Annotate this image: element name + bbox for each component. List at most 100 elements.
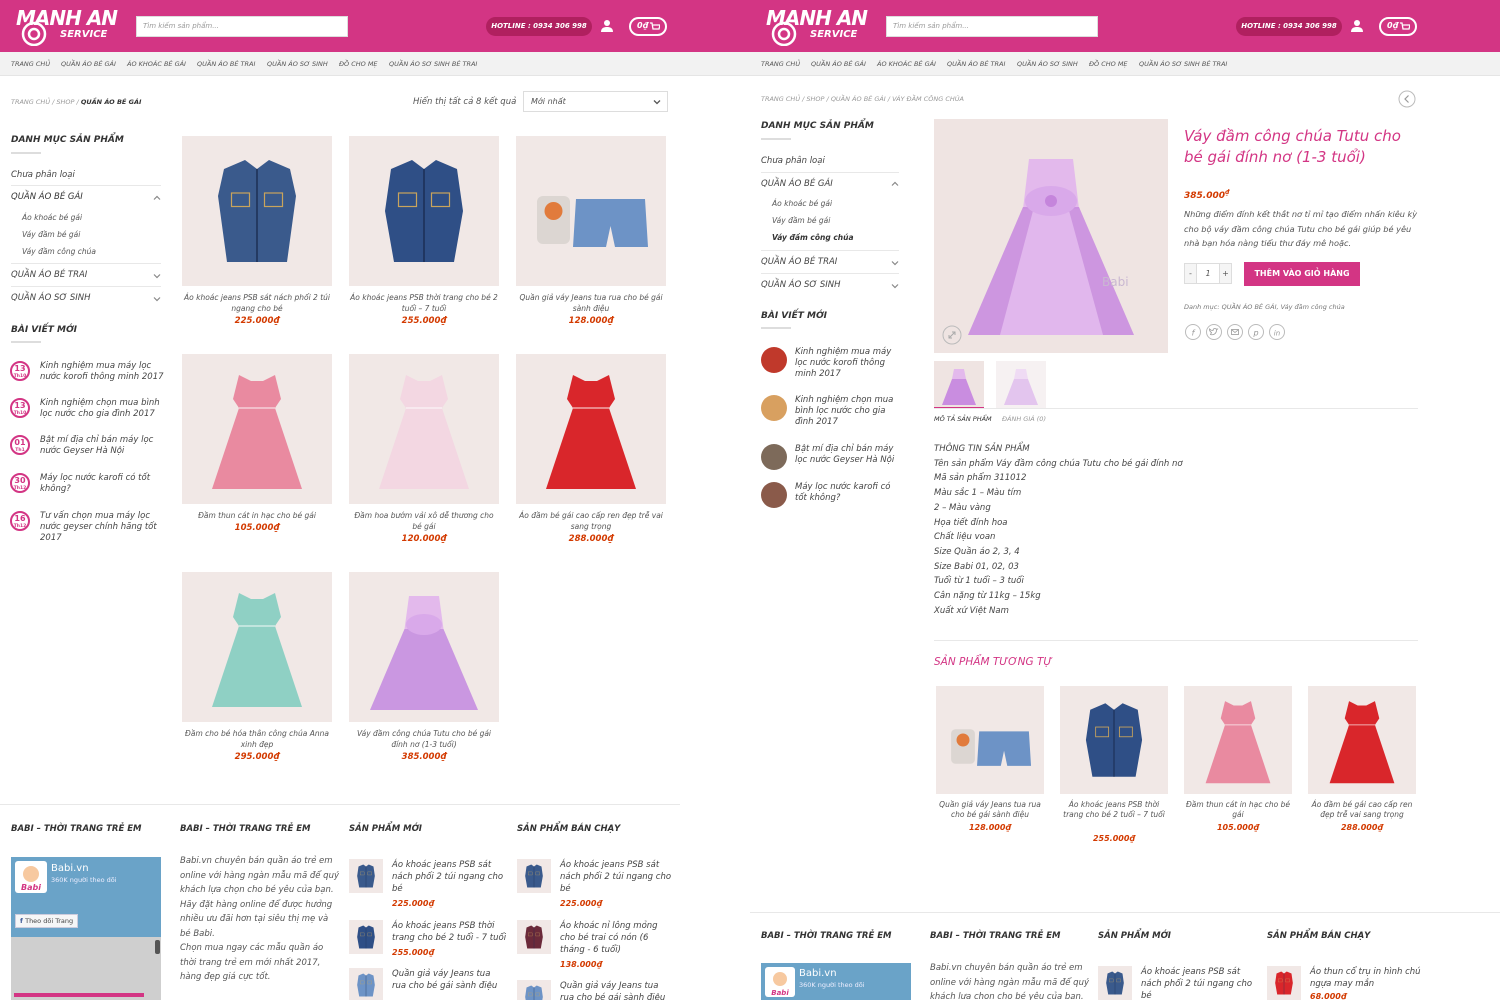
product-image[interactable] [182,354,332,504]
footer-product-image[interactable] [517,920,551,954]
zoom-icon[interactable] [942,325,962,345]
post-thumbnail[interactable] [761,482,787,508]
email-icon[interactable] [1227,324,1243,340]
tab-reviews[interactable]: ĐÁNH GIÁ (0) [1002,415,1046,423]
cart-button[interactable]: 0₫ [1379,17,1417,36]
product-name[interactable]: Đầm hoa bướm vải xô dễ thương cho bé gái [349,510,499,532]
facebook-page-widget[interactable]: Babi Babi.vn 360K người theo dõi f Theo … [11,857,161,937]
breadcrumb-shop[interactable]: SHOP [806,95,824,103]
prev-product-icon[interactable] [1398,90,1416,108]
facebook-icon[interactable]: f [1185,324,1201,340]
related-product-image[interactable] [936,686,1044,794]
post-thumbnail[interactable] [761,395,787,421]
post-title[interactable]: Bật mí địa chỉ bán máy lọc nước Geyser H… [795,444,900,466]
twitter-icon[interactable] [1206,324,1222,340]
nav-item-boys[interactable]: QUẦN ÁO BÉ TRAI [197,60,255,68]
footer-product-image[interactable] [349,920,383,954]
post-title[interactable]: Kinh nghiệm mua máy lọc nước korofi thôn… [40,361,165,383]
product-name[interactable]: Áo đầm bé gái cao cấp ren đẹp trễ vai sa… [516,510,666,532]
footer-product-image[interactable] [349,968,383,1000]
linkedin-icon[interactable]: in [1269,324,1285,340]
breadcrumb-home[interactable]: TRANG CHỦ [761,95,800,103]
category-newborn[interactable]: QUẦN ÁO SƠ SINH [761,280,841,290]
footer-product-name[interactable]: Áo khoác jeans PSB sát nách phối 2 túi n… [392,859,507,895]
subcategory-girls-jackets[interactable]: Áo khoác bé gái [22,213,82,222]
facebook-page-widget[interactable]: Babi Babi.vn 360K người theo dõi [761,963,911,1000]
facebook-follow-button[interactable]: f Theo dõi Trang [15,914,79,928]
thumbnail-1[interactable] [934,361,984,409]
breadcrumb-category[interactable]: QUẦN ÁO BÉ GÁI [831,95,886,103]
footer-product-name[interactable]: Quần giả váy Jeans tua rua cho bé gái sà… [560,980,675,1000]
chevron-down-icon[interactable] [890,258,900,268]
related-product-image[interactable] [1060,686,1168,794]
footer-product-name[interactable]: Quần giả váy Jeans tua rua cho bé gái sà… [392,968,507,992]
post-title[interactable]: Bật mí địa chỉ bán máy lọc nước Geyser H… [40,435,165,457]
nav-item-boys[interactable]: QUẦN ÁO BÉ TRAI [947,60,1005,68]
product-image[interactable] [182,136,332,286]
subcategory-princess-dresses[interactable]: Váy đầm công chúa [22,247,96,256]
category-girls[interactable]: QUẦN ÁO BÉ GÁI [761,179,833,189]
subcategory-princess-dresses[interactable]: Váy đầm công chúa [772,233,854,242]
product-image[interactable] [516,136,666,286]
nav-item-home[interactable]: TRANG CHỦ [761,60,800,68]
related-product-name[interactable]: Quần giả váy Jeans tua rua cho bé gái sà… [936,800,1044,820]
category-newborn[interactable]: QUẦN ÁO SƠ SINH [11,293,91,303]
post-title[interactable]: Kinh nghiệm chọn mua bình lọc nước cho g… [40,398,165,420]
subcategory-girls-dresses[interactable]: Váy đầm bé gái [22,230,80,239]
nav-item-newborn-boys[interactable]: QUẦN ÁO SƠ SINH BÉ TRAI [1139,60,1227,68]
product-name[interactable]: Áo khoác jeans PSB sát nách phối 2 túi n… [182,292,332,314]
footer-product-name[interactable]: Áo khoác nỉ lông mỏng cho bé trai có nón… [560,920,675,956]
facebook-page-name[interactable]: Babi.vn [51,863,89,874]
user-icon[interactable] [600,19,614,33]
product-name[interactable]: Đầm thun cát in hạc cho bé gái [182,510,332,521]
nav-item-mom[interactable]: ĐỒ CHO MẸ [339,60,378,68]
search-input[interactable]: Tìm kiếm sản phẩm... [136,16,348,37]
subcategory-girls-jackets[interactable]: Áo khoác bé gái [772,199,832,208]
chevron-up-icon[interactable] [890,179,900,189]
breadcrumb-shop[interactable]: SHOP [56,98,74,106]
user-icon[interactable] [1350,19,1364,33]
product-image[interactable] [516,354,666,504]
nav-item-home[interactable]: TRANG CHỦ [11,60,50,68]
add-to-cart-button[interactable]: THÊM VÀO GIỎ HÀNG [1244,262,1360,286]
post-title[interactable]: Máy lọc nước karofi có tốt không? [40,473,165,495]
nav-item-newborn[interactable]: QUẦN ÁO SƠ SINH [1017,60,1078,68]
chevron-down-icon[interactable] [890,281,900,291]
product-image[interactable] [349,354,499,504]
footer-product-image[interactable] [517,980,551,1000]
related-product-name[interactable]: Đầm thun cát in hạc cho bé gái [1184,800,1292,820]
nav-item-newborn[interactable]: QUẦN ÁO SƠ SINH [267,60,328,68]
scrollbar[interactable] [155,940,160,954]
breadcrumb-home[interactable]: TRANG CHỦ [11,98,50,106]
product-name[interactable]: Đầm cho bé hóa thân công chúa Anna xinh … [182,728,332,750]
footer-product-name[interactable]: Áo thun cổ trụ in hình chú ngựa may mắn [1310,966,1425,990]
cart-button[interactable]: 0₫ [629,17,667,36]
site-logo[interactable]: MANH AN SERVICE [12,4,122,46]
product-main-image[interactable]: Babi [934,119,1168,353]
related-product-name[interactable]: Áo đầm bé gái cao cấp ren đẹp trễ vai sa… [1308,800,1416,820]
chevron-up-icon[interactable] [152,193,162,203]
related-product-image[interactable] [1184,686,1292,794]
product-image[interactable] [349,572,499,722]
category-girls[interactable]: QUẦN ÁO BÉ GÁI [11,192,83,202]
site-logo[interactable]: MANH AN SERVICE [762,4,872,46]
product-image[interactable] [349,136,499,286]
footer-product-name[interactable]: Áo khoác jeans PSB thời trang cho bé 2 t… [392,920,507,944]
product-name[interactable]: Váy đầm công chúa Tutu cho bé gái đính n… [349,728,499,750]
product-name[interactable]: Quần giả váy Jeans tua rua cho bé gái sà… [516,292,666,314]
nav-item-girls[interactable]: QUẦN ÁO BÉ GÁI [61,60,116,68]
subcategory-girls-dresses[interactable]: Váy đầm bé gái [772,216,830,225]
related-product-name[interactable]: Áo khoác jeans PSB thời trang cho bé 2 t… [1060,800,1168,820]
nav-item-girls-jackets[interactable]: ÁO KHOÁC BÉ GÁI [877,60,936,68]
hotline-button[interactable]: HOTLINE : 0934 306 998 [1236,17,1342,36]
post-thumbnail[interactable] [761,347,787,373]
category-boys[interactable]: QUẦN ÁO BÉ TRAI [11,270,87,280]
product-image[interactable] [182,572,332,722]
search-input[interactable]: Tìm kiếm sản phẩm... [886,16,1098,37]
category-boys[interactable]: QUẦN ÁO BÉ TRAI [761,257,837,267]
chevron-down-icon[interactable] [152,271,162,281]
quantity-input[interactable]: 1 [1196,263,1220,284]
post-thumbnail[interactable] [761,444,787,470]
nav-item-girls[interactable]: QUẦN ÁO BÉ GÁI [811,60,866,68]
post-title[interactable]: Kinh nghiệm chọn mua bình lọc nước cho g… [795,395,900,428]
